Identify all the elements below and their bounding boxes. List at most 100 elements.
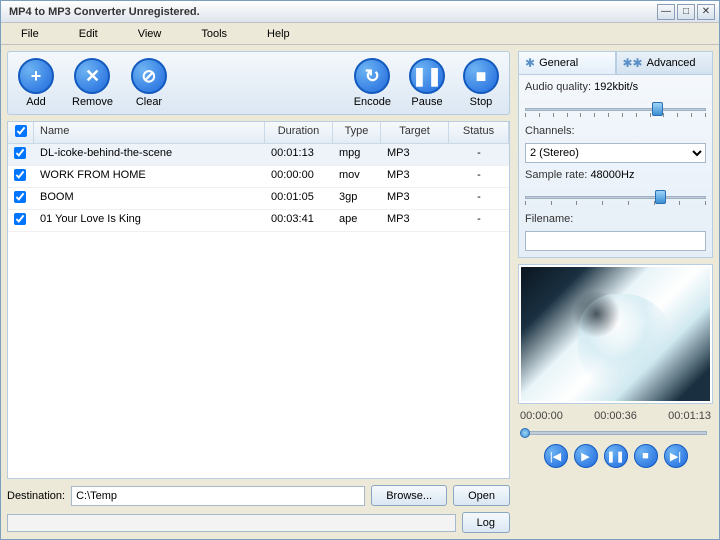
row-type: ape	[333, 210, 381, 231]
list-body: DL-icoke-behind-the-scene00:01:13mpgMP3-…	[8, 144, 509, 478]
stop-label: Stop	[470, 96, 493, 108]
row-duration: 00:00:00	[265, 166, 333, 187]
header-type[interactable]: Type	[333, 122, 381, 143]
maximize-button[interactable]: □	[677, 4, 695, 20]
table-row[interactable]: WORK FROM HOME00:00:00movMP3-	[8, 166, 509, 188]
pause-label: Pause	[411, 96, 442, 108]
window-title: MP4 to MP3 Converter Unregistered.	[5, 6, 657, 18]
menu-view[interactable]: View	[138, 28, 162, 40]
browse-button[interactable]: Browse...	[371, 485, 447, 506]
menu-edit[interactable]: Edit	[79, 28, 98, 40]
play-button[interactable]: ▶	[574, 444, 598, 468]
prev-button[interactable]: |◀	[544, 444, 568, 468]
clear-label: Clear	[136, 96, 162, 108]
window-buttons: — □ ✕	[657, 4, 715, 20]
plus-icon: +	[18, 58, 54, 94]
settings-panel: ✱ General ✱✱ Advanced Audio quality: 192…	[518, 51, 713, 258]
filename-label: Filename:	[525, 213, 706, 225]
toolbar-group-encode: ↻ Encode ❚❚ Pause ■ Stop	[354, 58, 499, 108]
menu-help[interactable]: Help	[267, 28, 290, 40]
row-status: -	[449, 144, 509, 165]
header-duration[interactable]: Duration	[265, 122, 333, 143]
row-checkbox[interactable]	[14, 147, 26, 159]
tab-advanced[interactable]: ✱✱ Advanced	[616, 51, 714, 74]
encode-label: Encode	[354, 96, 391, 108]
menubar: File Edit View Tools Help	[1, 23, 719, 45]
quality-row: Audio quality: 192kbit/s	[525, 81, 706, 93]
row-type: mov	[333, 166, 381, 187]
add-label: Add	[26, 96, 46, 108]
destination-input[interactable]	[71, 486, 365, 506]
row-duration: 00:01:05	[265, 188, 333, 209]
sample-value: 48000Hz	[590, 169, 634, 181]
row-checkbox[interactable]	[14, 213, 26, 225]
row-checkbox[interactable]	[14, 169, 26, 181]
row-name: 01 Your Love Is King	[34, 210, 265, 231]
row-type: 3gp	[333, 188, 381, 209]
add-button[interactable]: + Add	[18, 58, 54, 108]
menu-file[interactable]: File	[21, 28, 39, 40]
remove-label: Remove	[72, 96, 113, 108]
scrub-bar[interactable]	[518, 428, 713, 438]
scrub-thumb[interactable]	[520, 428, 530, 438]
table-row[interactable]: BOOM00:01:053gpMP3-	[8, 188, 509, 210]
tab-advanced-label: Advanced	[647, 57, 696, 69]
clear-button[interactable]: ⊘ Clear	[131, 58, 167, 108]
pause-button[interactable]: ❚❚ Pause	[409, 58, 445, 108]
play-stop-button[interactable]: ■	[634, 444, 658, 468]
list-header: Name Duration Type Target Status	[8, 122, 509, 144]
channels-select[interactable]: 2 (Stereo)	[525, 143, 706, 163]
stop-icon: ■	[463, 58, 499, 94]
gear-icon: ✱	[525, 56, 535, 70]
quality-slider[interactable]	[525, 99, 706, 119]
log-button[interactable]: Log	[462, 512, 510, 533]
no-icon: ⊘	[131, 58, 167, 94]
row-checkbox[interactable]	[14, 191, 26, 203]
sample-slider[interactable]	[525, 187, 706, 207]
playback-times: 00:00:00 00:00:36 00:01:13	[518, 410, 713, 422]
tab-general[interactable]: ✱ General	[518, 51, 616, 74]
encode-icon: ↻	[354, 58, 390, 94]
header-target[interactable]: Target	[381, 122, 449, 143]
row-target: MP3	[381, 144, 449, 165]
close-button[interactable]: ✕	[697, 4, 715, 20]
pause-icon: ❚❚	[409, 58, 445, 94]
header-name[interactable]: Name	[34, 122, 265, 143]
quality-label: Audio quality:	[525, 81, 591, 93]
row-status: -	[449, 166, 509, 187]
open-button[interactable]: Open	[453, 485, 510, 506]
time-start: 00:00:00	[520, 410, 563, 422]
right-pane: ✱ General ✱✱ Advanced Audio quality: 192…	[518, 51, 713, 533]
header-status[interactable]: Status	[449, 122, 509, 143]
progress-bar	[7, 514, 456, 532]
file-list: Name Duration Type Target Status DL-icok…	[7, 121, 510, 479]
select-all-checkbox[interactable]	[15, 125, 27, 137]
table-row[interactable]: 01 Your Love Is King00:03:41apeMP3-	[8, 210, 509, 232]
time-end: 00:01:13	[668, 410, 711, 422]
toolbar: + Add ✕ Remove ⊘ Clear ↻	[7, 51, 510, 115]
filename-input[interactable]	[525, 231, 706, 251]
row-duration: 00:03:41	[265, 210, 333, 231]
slider-thumb[interactable]	[652, 102, 663, 116]
gears-icon: ✱✱	[623, 56, 643, 70]
tab-general-label: General	[539, 57, 578, 69]
time-mid: 00:00:36	[594, 410, 637, 422]
titlebar: MP4 to MP3 Converter Unregistered. — □ ✕	[1, 1, 719, 23]
progress-row: Log	[7, 512, 510, 533]
encode-button[interactable]: ↻ Encode	[354, 58, 391, 108]
quality-value: 192kbit/s	[594, 81, 638, 93]
minimize-button[interactable]: —	[657, 4, 675, 20]
play-pause-button[interactable]: ❚❚	[604, 444, 628, 468]
stop-button[interactable]: ■ Stop	[463, 58, 499, 108]
content: + Add ✕ Remove ⊘ Clear ↻	[1, 45, 719, 539]
toolbar-group-edit: + Add ✕ Remove ⊘ Clear	[18, 58, 167, 108]
menu-tools[interactable]: Tools	[201, 28, 227, 40]
remove-button[interactable]: ✕ Remove	[72, 58, 113, 108]
app-window: MP4 to MP3 Converter Unregistered. — □ ✕…	[0, 0, 720, 540]
slider-thumb[interactable]	[655, 190, 666, 204]
settings-body: Audio quality: 192kbit/s Channels: 2 (St…	[518, 75, 713, 258]
next-button[interactable]: ▶|	[664, 444, 688, 468]
destination-row: Destination: Browse... Open	[7, 485, 510, 506]
table-row[interactable]: DL-icoke-behind-the-scene00:01:13mpgMP3-	[8, 144, 509, 166]
header-check[interactable]	[8, 122, 34, 143]
